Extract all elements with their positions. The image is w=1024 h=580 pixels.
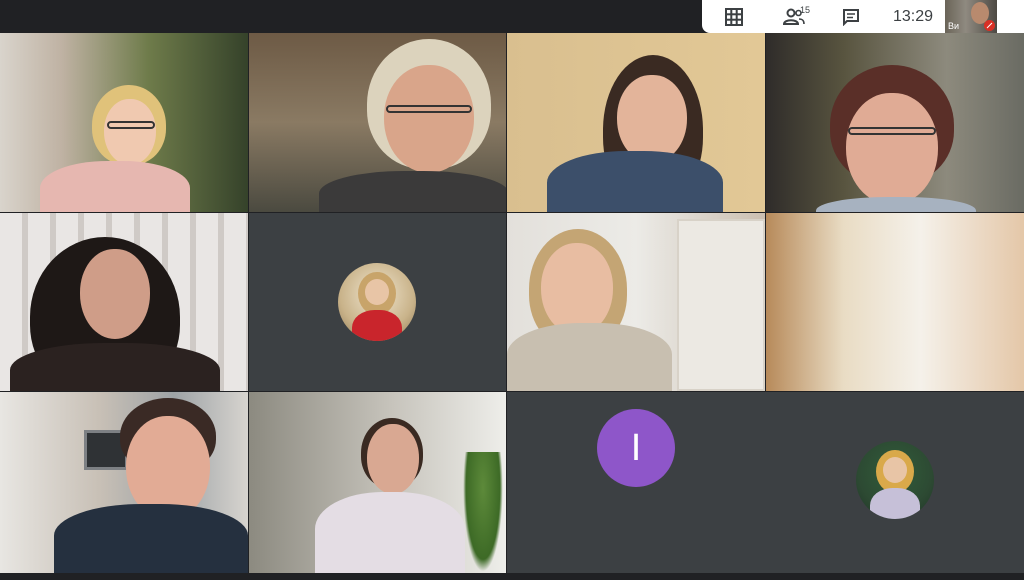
background-plant bbox=[463, 452, 503, 572]
bottom-bar bbox=[0, 573, 1024, 580]
participant-face bbox=[617, 75, 687, 163]
chat-button[interactable] bbox=[831, 3, 871, 31]
video-tile[interactable] bbox=[507, 213, 765, 391]
mic-off-icon bbox=[984, 20, 995, 31]
self-view-thumbnail[interactable]: Ви bbox=[945, 0, 997, 33]
meeting-toolbar: 15 13:29 Ви bbox=[702, 0, 1024, 33]
participant-torso bbox=[507, 323, 672, 391]
participant-face bbox=[384, 65, 474, 173]
participant-avatar-body bbox=[870, 487, 920, 519]
video-tile[interactable] bbox=[0, 213, 248, 391]
video-tile[interactable] bbox=[249, 33, 506, 212]
grid-layout-icon bbox=[725, 7, 743, 26]
participant-avatar-body bbox=[352, 309, 402, 341]
participant-face bbox=[367, 424, 419, 494]
video-tile[interactable] bbox=[0, 392, 248, 573]
participant-torso bbox=[54, 504, 248, 573]
participant-torso bbox=[315, 492, 465, 573]
participant-glasses bbox=[848, 127, 936, 135]
clock: 13:29 bbox=[893, 7, 934, 25]
video-tile[interactable] bbox=[507, 33, 765, 212]
video-tile[interactable] bbox=[249, 392, 506, 573]
layout-button[interactable] bbox=[714, 3, 754, 31]
video-tile-avatar[interactable] bbox=[249, 213, 506, 391]
participant-torso bbox=[547, 151, 723, 212]
participant-glasses bbox=[107, 121, 155, 129]
participant-face bbox=[846, 93, 938, 205]
participant-face bbox=[80, 249, 150, 339]
video-grid bbox=[0, 33, 1024, 573]
participant-torso bbox=[319, 171, 506, 212]
participant-torso bbox=[816, 197, 976, 212]
video-tile[interactable] bbox=[0, 33, 248, 212]
participant-face bbox=[541, 243, 613, 335]
participant-avatar bbox=[338, 263, 416, 341]
self-label: Ви bbox=[948, 21, 960, 31]
participants-count: 15 bbox=[800, 4, 811, 15]
participant-torso bbox=[40, 161, 190, 212]
bookshelf bbox=[677, 219, 765, 391]
video-tile-avatar[interactable] bbox=[507, 392, 1024, 573]
participant-glasses bbox=[386, 105, 472, 113]
participants-button[interactable]: 15 bbox=[774, 3, 814, 31]
chat-icon bbox=[843, 8, 859, 26]
participant-initial-avatar[interactable]: I bbox=[597, 409, 675, 487]
participant-torso bbox=[10, 343, 220, 391]
participant-face bbox=[104, 99, 156, 165]
participant-avatar bbox=[856, 441, 934, 519]
video-tile[interactable] bbox=[766, 33, 1024, 212]
video-tile[interactable] bbox=[766, 213, 1024, 391]
